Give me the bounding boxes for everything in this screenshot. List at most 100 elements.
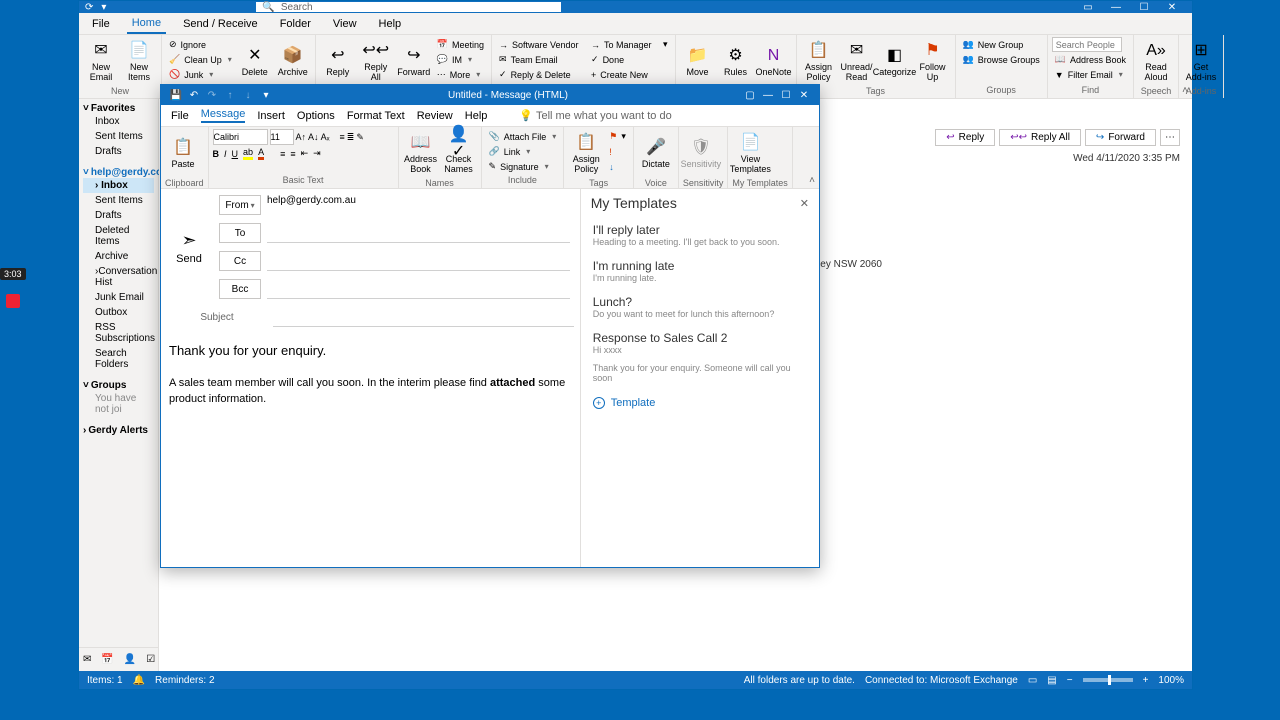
tab-file[interactable]: File (87, 15, 115, 33)
reading-forward-button[interactable]: ↪Forward (1085, 129, 1156, 146)
zoom-slider[interactable] (1083, 678, 1133, 682)
undo-icon[interactable]: ↶ (185, 90, 203, 101)
reading-more-button[interactable]: ⋯ (1160, 129, 1180, 146)
assign-policy-button[interactable]: 📋Assign Policy (801, 37, 837, 85)
ribbon-display-icon[interactable]: ▭ (1074, 1, 1102, 13)
outdent-icon[interactable]: ⇤ (301, 148, 309, 159)
nav-archive[interactable]: Archive (83, 249, 154, 264)
grow-font-icon[interactable]: A↑ (296, 132, 307, 142)
message-body[interactable]: Thank you for your enquiry. A sales team… (161, 329, 580, 567)
format-painter-icon[interactable]: ✎ (356, 132, 364, 143)
tab-home[interactable]: Home (127, 14, 166, 34)
onenote-button[interactable]: NOneNote (756, 37, 792, 85)
flag-button[interactable]: ⚑▾ (606, 129, 629, 144)
minimize-icon[interactable]: — (1102, 1, 1130, 13)
tab-send-receive[interactable]: Send / Receive (178, 15, 263, 33)
meeting-button[interactable]: 📅Meeting (434, 37, 487, 52)
from-button[interactable]: From (219, 195, 261, 215)
send-button[interactable]: Send (176, 253, 202, 265)
template-item[interactable]: I'm running late I'm running late. (581, 253, 819, 289)
tab-view[interactable]: View (328, 15, 362, 33)
importance-low-button[interactable]: ↓ (606, 159, 629, 174)
reading-reply-button[interactable]: ↩Reply (935, 129, 995, 146)
new-group-button[interactable]: 👥New Group (960, 37, 1043, 52)
nav-outbox[interactable]: Outbox (83, 305, 154, 320)
view-reading-icon[interactable]: ▤ (1047, 675, 1056, 686)
ctab-format[interactable]: Format Text (347, 110, 405, 122)
calendar-view-icon[interactable]: 📅 (101, 654, 113, 665)
search-box[interactable]: 🔍 Search (256, 2, 561, 12)
bcc-button[interactable]: Bcc (219, 279, 261, 299)
templates-close-icon[interactable]: ✕ (800, 197, 809, 210)
new-items-button[interactable]: 📄New Items (121, 37, 157, 85)
cc-field[interactable] (267, 251, 570, 271)
ctab-options[interactable]: Options (297, 110, 335, 122)
check-names-button[interactable]: 👤✓Check Names (441, 129, 477, 177)
qs-create-new[interactable]: +Create New (588, 67, 658, 82)
more-respond-button[interactable]: ⋯More (434, 67, 487, 82)
clear-format-icon[interactable]: Aₓ (321, 132, 330, 142)
groups-header[interactable]: ˅Groups (83, 380, 154, 391)
compose-maximize-icon[interactable]: ☐ (777, 90, 795, 101)
refresh-icon[interactable]: ⟳ (85, 2, 93, 13)
followup-button[interactable]: ⚑Follow Up (915, 37, 951, 85)
nav-sent[interactable]: Sent Items (83, 193, 154, 208)
archive-button[interactable]: 📦Archive (275, 37, 311, 85)
template-item[interactable]: I'll reply later Heading to a meeting. I… (581, 217, 819, 253)
move-button[interactable]: 📁Move (680, 37, 716, 85)
save-icon[interactable]: 💾 (167, 90, 185, 101)
importance-high-button[interactable]: ! (606, 144, 629, 159)
zoom-out-icon[interactable]: − (1067, 675, 1073, 686)
customize-qat-icon[interactable]: ▾ (257, 90, 275, 101)
signature-button[interactable]: ✎Signature (486, 159, 560, 174)
to-field[interactable] (267, 223, 570, 243)
shrink-font-icon[interactable]: A↓ (308, 132, 319, 142)
collapse-ribbon-icon[interactable]: ˄ (1182, 85, 1188, 96)
nav-inbox[interactable]: › Inbox (83, 178, 154, 193)
gerdy-alerts-header[interactable]: ›Gerdy Alerts (83, 425, 154, 436)
reply-all-button[interactable]: ↩↩Reply All (358, 37, 394, 85)
ctab-file[interactable]: File (171, 110, 189, 122)
indent-icon[interactable]: ⇥ (313, 148, 321, 159)
nav-rss[interactable]: RSS Subscriptions (83, 320, 154, 346)
junk-button[interactable]: 🚫Junk (166, 67, 235, 82)
down-icon[interactable]: ↓ (239, 90, 257, 101)
link-button[interactable]: 🔗Link (486, 144, 560, 159)
qs-to-manager[interactable]: →To Manager (588, 37, 658, 52)
dictate-button[interactable]: 🎤Dictate (638, 129, 674, 177)
highlight-icon[interactable]: ab (243, 147, 253, 160)
dropdown-icon[interactable]: ▾ (101, 2, 106, 13)
rules-button[interactable]: ⚙Rules (718, 37, 754, 85)
compose-minimize-icon[interactable]: — (759, 90, 777, 101)
mail-view-icon[interactable]: ✉ (83, 654, 91, 665)
address-book-button[interactable]: 📖Address Book (1052, 52, 1129, 67)
bold-button[interactable]: B (213, 149, 220, 159)
people-view-icon[interactable]: 👤 (124, 654, 136, 665)
zoom-in-icon[interactable]: + (1143, 675, 1149, 686)
forward-button[interactable]: ↪Forward (396, 37, 432, 85)
cc-button[interactable]: Cc (219, 251, 261, 271)
qs-team-email[interactable]: ✉Team Email (496, 52, 586, 67)
view-normal-icon[interactable]: ▭ (1028, 675, 1037, 686)
ctab-help[interactable]: Help (465, 110, 488, 122)
new-email-button[interactable]: ✉New Email (83, 37, 119, 85)
nav-deleted[interactable]: Deleted Items (83, 223, 154, 249)
qs-done[interactable]: ✓Done (588, 52, 658, 67)
attach-file-button[interactable]: 📎Attach File (486, 129, 560, 144)
subject-field[interactable] (273, 307, 574, 327)
font-family[interactable] (213, 129, 268, 145)
bcc-field[interactable] (267, 279, 570, 299)
nav-drafts[interactable]: Drafts (83, 208, 154, 223)
italic-button[interactable]: I (224, 149, 227, 159)
view-templates-button[interactable]: 📄View Templates (732, 129, 768, 177)
tasks-view-icon[interactable]: ☑ (146, 654, 155, 665)
bullets-icon[interactable]: ≡ (340, 132, 345, 142)
assign-policy-button-compose[interactable]: 📋Assign Policy (568, 129, 604, 177)
compose-titlebar[interactable]: 💾 ↶ ↷ ↑ ↓ ▾ Untitled - Message (HTML) ▢ … (161, 85, 819, 105)
fav-drafts[interactable]: Drafts (83, 144, 154, 159)
template-item[interactable]: Response to Sales Call 2 Hi xxxx (581, 325, 819, 361)
add-template-button[interactable]: + Template (581, 389, 819, 417)
reading-reply-all-button[interactable]: ↩↩Reply All (999, 129, 1081, 146)
popout-icon[interactable]: ▢ (741, 90, 759, 101)
fav-sent[interactable]: Sent Items (83, 129, 154, 144)
